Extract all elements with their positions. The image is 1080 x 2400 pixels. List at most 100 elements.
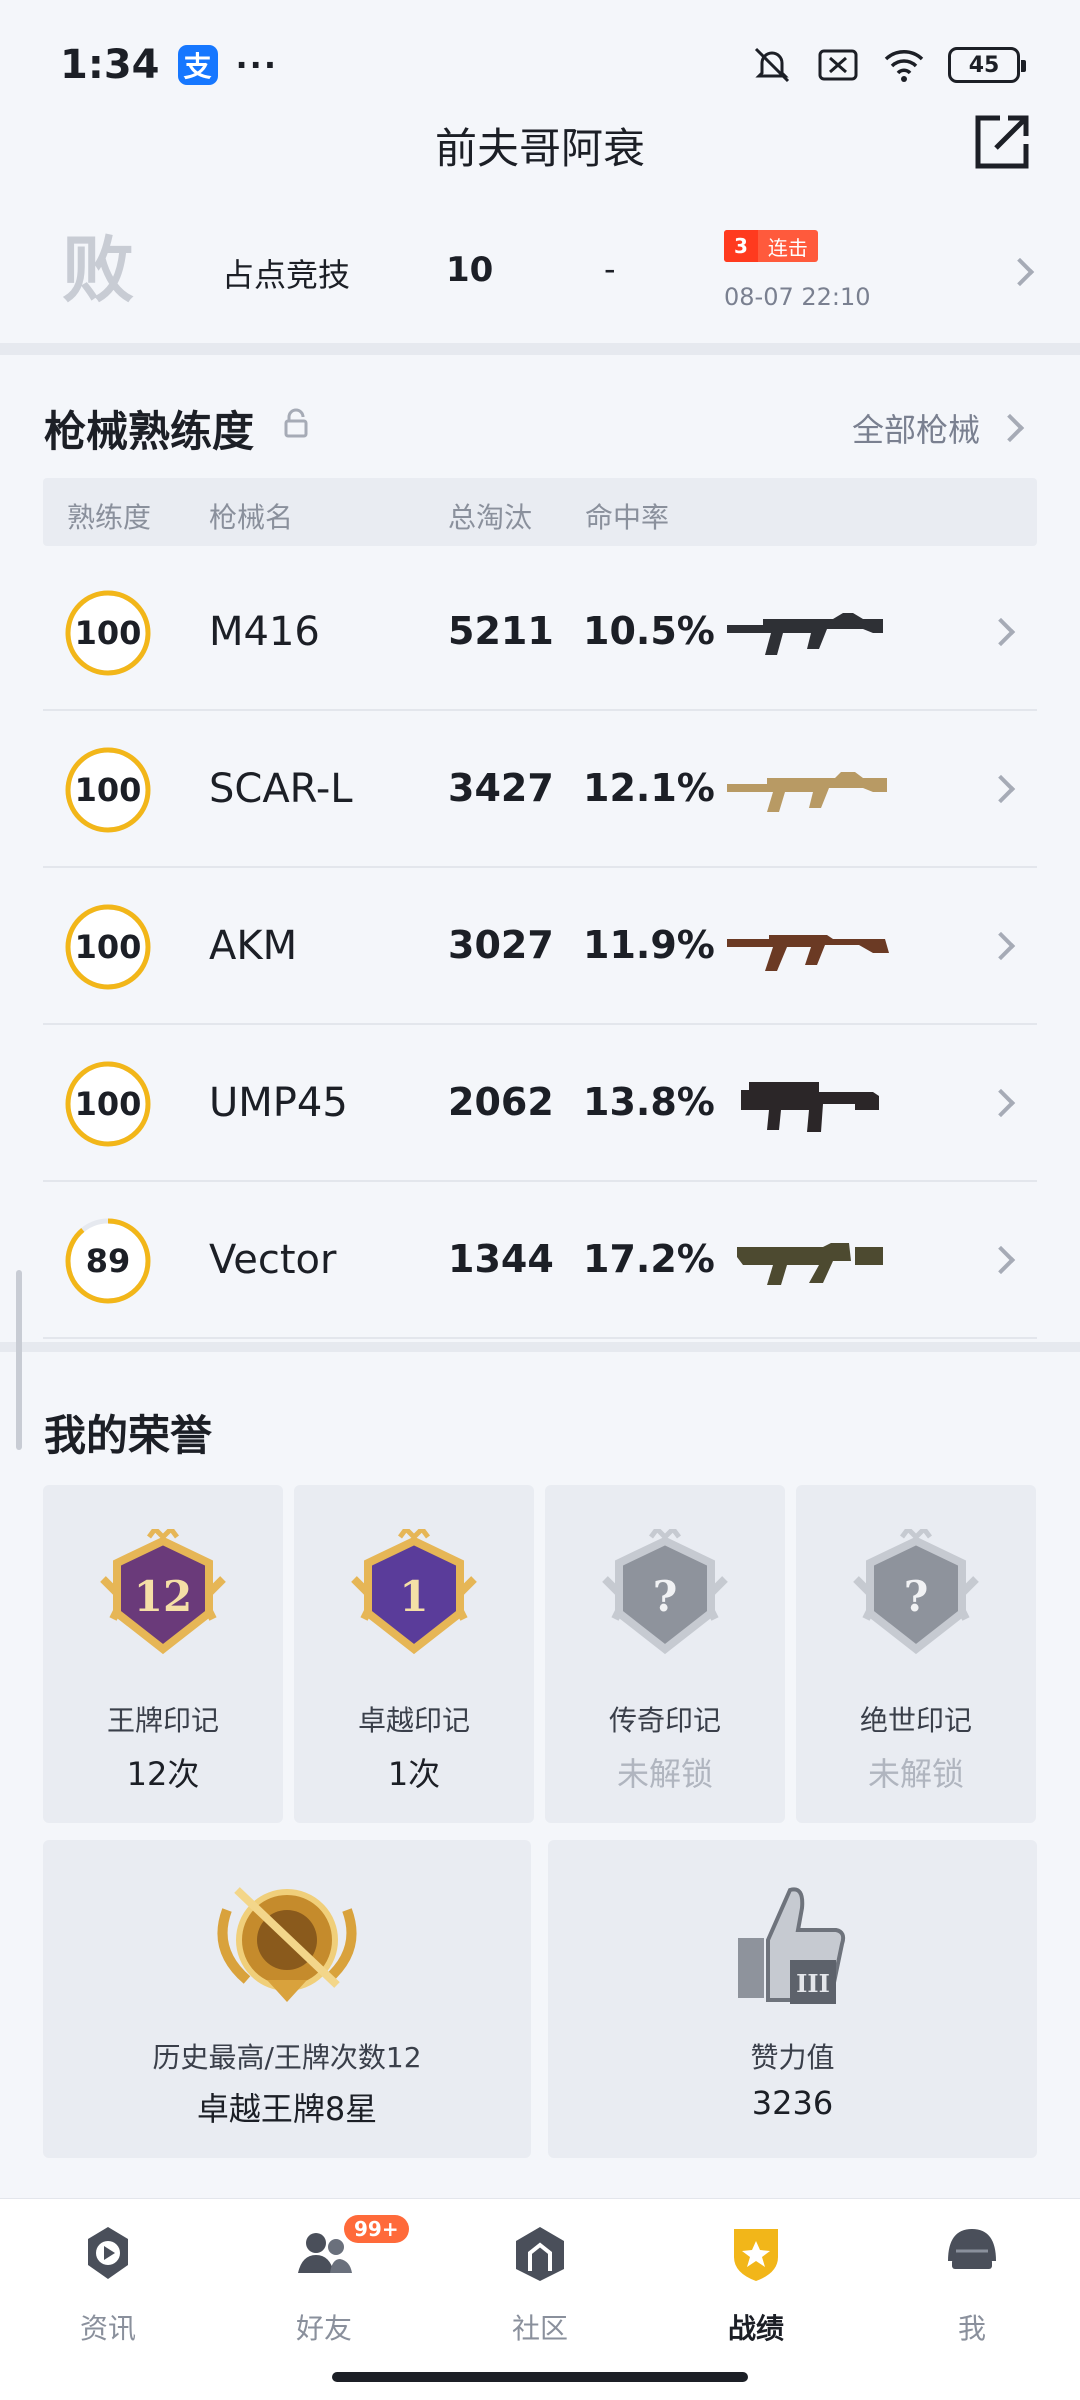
highest-rank-label: 历史最高/王牌次数12 bbox=[152, 2041, 422, 2074]
no-sim-icon bbox=[818, 49, 858, 81]
likes-label: 赞力值 bbox=[750, 2041, 835, 2074]
nav-friends[interactable]: 99+ 好友 bbox=[244, 2215, 409, 2363]
streak-tag: 3 连击 bbox=[724, 230, 818, 262]
honor-label: 王牌印记 bbox=[106, 1704, 219, 1737]
page-title: 前夫哥阿衰 bbox=[434, 123, 645, 173]
honor-value: 未解锁 bbox=[867, 1755, 964, 1793]
honors-section-title: 我的荣誉 bbox=[44, 1411, 213, 1460]
mastery-value: 100 bbox=[74, 614, 142, 652]
weapons-section-title: 枪械熟练度 bbox=[44, 407, 255, 456]
honor-badge-card[interactable]: ? 传奇印记 未解锁 bbox=[545, 1485, 785, 1823]
weapon-name: UMP45 bbox=[209, 1080, 348, 1126]
lock-icon[interactable] bbox=[282, 408, 310, 438]
nav-community[interactable]: 社区 bbox=[460, 2223, 620, 2363]
weapon-name: M416 bbox=[209, 609, 320, 655]
match-mode: 占点竞技 bbox=[222, 256, 351, 294]
weapon-kills: 5211 bbox=[448, 609, 554, 653]
chevron-right-icon bbox=[986, 774, 1016, 804]
ace-rank-emblem-icon bbox=[217, 1887, 357, 2002]
match-placeholder: - bbox=[604, 250, 616, 288]
community-icon bbox=[516, 2227, 564, 2281]
records-shield-icon bbox=[734, 2229, 778, 2281]
highest-rank-card[interactable]: 历史最高/王牌次数12 卓越王牌8星 bbox=[43, 1840, 531, 2158]
honor-emblem-icon: 1 bbox=[351, 1529, 477, 1655]
honor-emblem-number: ? bbox=[904, 1572, 929, 1621]
chevron-right-icon bbox=[986, 1245, 1016, 1275]
profile-helmet-icon bbox=[948, 2229, 996, 2269]
honor-emblem-number: 1 bbox=[399, 1572, 428, 1621]
honor-value: 未解锁 bbox=[616, 1755, 713, 1793]
honor-badge-card[interactable]: 1 卓越印记 1次 bbox=[294, 1485, 534, 1823]
weapon-row[interactable]: 100 AKM 3027 11.9% bbox=[43, 868, 1037, 1025]
col-name: 枪械名 bbox=[209, 501, 294, 534]
mastery-value: 89 bbox=[85, 1242, 131, 1280]
weapon-accuracy: 17.2% bbox=[583, 1237, 715, 1281]
scrollbar[interactable] bbox=[16, 1270, 22, 1450]
recent-match-row[interactable]: 败 占点竞技 10 - 3 连击 08-07 22:10 bbox=[0, 205, 1080, 335]
honor-badge-card[interactable]: 12 王牌印记 12次 bbox=[43, 1485, 283, 1823]
weapon-kills: 3027 bbox=[448, 923, 554, 967]
weapon-image bbox=[727, 935, 889, 971]
more-notifications-icon: ··· bbox=[235, 46, 278, 84]
likes-card[interactable]: III 赞力值 3236 bbox=[548, 1840, 1037, 2158]
nav-community-label: 社区 bbox=[511, 2312, 568, 2345]
nav-me-label: 我 bbox=[957, 2312, 986, 2345]
honor-emblem-icon: ? bbox=[602, 1529, 728, 1655]
weapons-table-header: 熟练度 枪械名 总淘汰 命中率 bbox=[43, 478, 1037, 546]
chevron-right-icon bbox=[986, 617, 1016, 647]
weapon-row[interactable]: 100 SCAR-L 3427 12.1% bbox=[43, 711, 1037, 868]
mastery-value: 100 bbox=[74, 1085, 142, 1123]
match-result-badge: 败 bbox=[61, 227, 134, 312]
honor-emblem-icon: 12 bbox=[100, 1529, 226, 1655]
weapon-row[interactable]: 89 Vector 1344 17.2% bbox=[43, 1182, 1037, 1339]
honor-value: 1次 bbox=[387, 1755, 441, 1793]
wifi-icon bbox=[884, 50, 924, 82]
col-mastery: 熟练度 bbox=[67, 501, 152, 534]
chevron-right-icon bbox=[1005, 257, 1035, 287]
mute-icon bbox=[754, 47, 790, 83]
friends-unread-badge: 99+ bbox=[344, 2215, 409, 2243]
weapon-row[interactable]: 100 M416 5211 10.5% bbox=[43, 554, 1037, 711]
weapon-row[interactable]: 100 UMP45 2062 13.8% bbox=[43, 1025, 1037, 1182]
alipay-icon: 支 bbox=[177, 45, 218, 85]
section-divider bbox=[0, 1342, 1080, 1352]
chevron-right-icon bbox=[986, 1088, 1016, 1118]
honor-emblem-number: ? bbox=[653, 1572, 678, 1621]
honor-emblem-number: 12 bbox=[134, 1572, 192, 1621]
col-kills: 总淘汰 bbox=[448, 501, 533, 534]
news-play-icon bbox=[88, 2227, 128, 2279]
nav-records[interactable]: 战绩 bbox=[676, 2223, 836, 2363]
svg-text:III: III bbox=[796, 1969, 830, 1998]
share-icon[interactable] bbox=[970, 110, 1034, 174]
streak-label: 连击 bbox=[767, 235, 808, 260]
weapon-accuracy: 13.8% bbox=[583, 1080, 715, 1124]
bottom-nav: 资讯 99+ 好友 社区 战绩 我 bbox=[0, 2198, 1080, 2400]
home-indicator[interactable] bbox=[332, 2372, 748, 2382]
mastery-value: 100 bbox=[74, 928, 142, 966]
all-weapons-link[interactable]: 全部枪械 bbox=[852, 405, 980, 451]
honor-label: 卓越印记 bbox=[357, 1704, 470, 1737]
nav-records-label: 战绩 bbox=[727, 2312, 784, 2345]
weapon-image bbox=[727, 613, 883, 655]
nav-me[interactable]: 我 bbox=[892, 2223, 1052, 2363]
weapon-accuracy: 12.1% bbox=[583, 766, 715, 810]
mastery-value: 100 bbox=[74, 771, 142, 809]
streak-count: 3 bbox=[724, 230, 758, 262]
nav-friends-label: 好友 bbox=[295, 2312, 352, 2345]
status-time: 1:34 bbox=[60, 42, 160, 88]
chevron-right-icon bbox=[986, 931, 1016, 961]
weapon-name: Vector bbox=[209, 1237, 337, 1283]
weapon-kills: 1344 bbox=[448, 1237, 554, 1281]
weapon-kills: 3427 bbox=[448, 766, 554, 810]
nav-news-label: 资讯 bbox=[79, 2312, 136, 2345]
section-divider bbox=[0, 343, 1080, 355]
match-time: 08-07 22:10 bbox=[724, 283, 871, 311]
nav-news[interactable]: 资讯 bbox=[28, 2223, 188, 2363]
weapon-image bbox=[737, 1243, 883, 1285]
honor-badge-card[interactable]: ? 绝世印记 未解锁 bbox=[796, 1485, 1036, 1823]
weapon-image bbox=[741, 1082, 879, 1132]
weapon-name: AKM bbox=[209, 923, 298, 969]
chevron-right-icon[interactable] bbox=[995, 413, 1025, 443]
honor-label: 绝世印记 bbox=[859, 1704, 972, 1737]
weapon-accuracy: 11.9% bbox=[583, 923, 715, 967]
